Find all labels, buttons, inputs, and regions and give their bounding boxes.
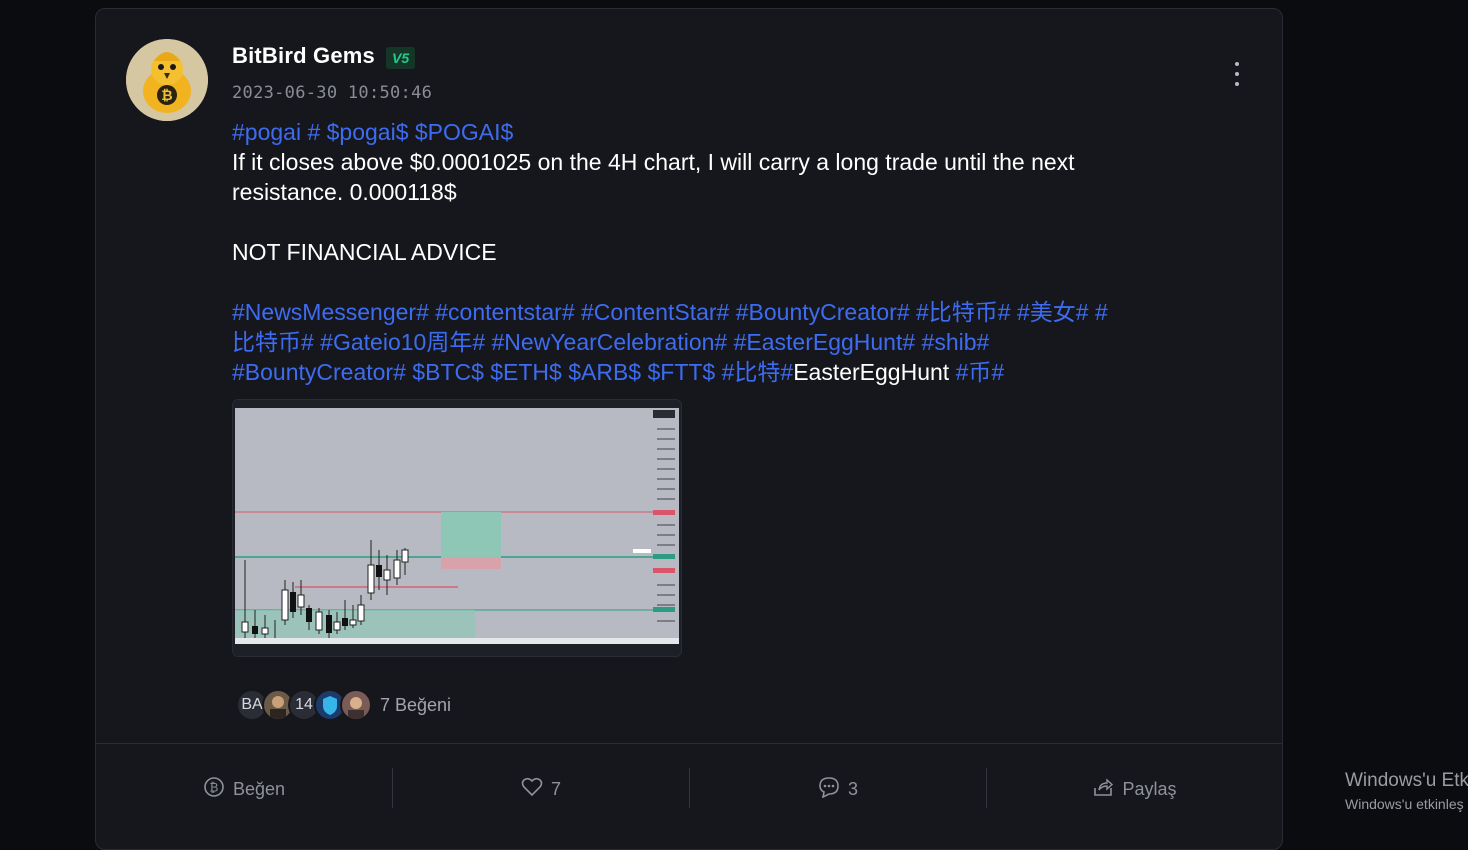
likers-row[interactable]: BA 14 7 Beğeni xyxy=(236,689,451,721)
hashtag-line[interactable]: #pogai # $pogai$ $POGAI$ xyxy=(232,117,1212,147)
hashtags-line: #BountyCreator# $BTC$ $ETH$ $ARB$ $FTT$ … xyxy=(232,357,1212,387)
hashtag-link[interactable]: #币# xyxy=(956,359,1005,385)
comment-icon xyxy=(818,776,840,803)
action-bar: ₿ Beğen 7 3 Paylaş xyxy=(96,744,1282,834)
post-text: resistance. 0.000118$ xyxy=(232,179,457,205)
liker-avatar[interactable] xyxy=(340,689,372,721)
plain-text: EasterEggHunt xyxy=(793,359,950,385)
likes-count[interactable]: 7 Beğeni xyxy=(380,695,451,716)
liker-initials: BA xyxy=(241,696,263,713)
share-icon xyxy=(1092,776,1114,803)
author-name[interactable]: BitBird Gems xyxy=(232,43,375,69)
windows-activation-subtitle: Windows'u etkinleş xyxy=(1345,796,1464,812)
svg-text:₿: ₿ xyxy=(161,87,172,103)
share-button[interactable]: Paylaş xyxy=(987,744,1282,834)
hashtags-group[interactable]: #BountyCreator# $BTC$ $ETH$ $ARB$ $FTT$ … xyxy=(232,359,793,385)
svg-text:₿: ₿ xyxy=(210,780,219,794)
author-avatar[interactable]: ₿ xyxy=(126,39,208,121)
like-button[interactable]: ₿ Beğen xyxy=(96,744,392,834)
hashtags-line[interactable]: #NewsMessenger# #contentstar# #ContentSt… xyxy=(232,297,1212,327)
comment-count: 3 xyxy=(847,778,858,799)
like-label: Beğen xyxy=(232,778,286,799)
liker-initials: 14 xyxy=(295,696,313,713)
post-card: ₿ BitBird Gems V5 2023-06-30 10:50:46 #p… xyxy=(95,8,1283,850)
comment-button[interactable]: 3 xyxy=(690,744,986,834)
share-label: Paylaş xyxy=(1122,778,1177,799)
post-text: If it closes above $0.0001025 on the 4H … xyxy=(232,149,1075,175)
heart-button[interactable]: 7 xyxy=(393,744,689,834)
more-options-icon[interactable] xyxy=(1226,59,1248,89)
post-timestamp: 2023-06-30 10:50:46 xyxy=(232,83,433,103)
chart-image[interactable] xyxy=(232,399,682,657)
disclaimer-text: NOT FINANCIAL ADVICE xyxy=(232,239,497,265)
coin-icon: ₿ xyxy=(203,776,225,803)
vip-badge: V5 xyxy=(386,47,416,69)
post-content: #pogai # $pogai$ $POGAI$ If it closes ab… xyxy=(232,117,1212,387)
heart-count: 7 xyxy=(550,778,561,799)
hashtags-line[interactable]: 比特币# #Gateio10周年# #NewYearCelebration# #… xyxy=(232,327,1212,357)
heart-icon xyxy=(521,777,543,802)
windows-activation-title: Windows'u Etk xyxy=(1345,770,1468,791)
